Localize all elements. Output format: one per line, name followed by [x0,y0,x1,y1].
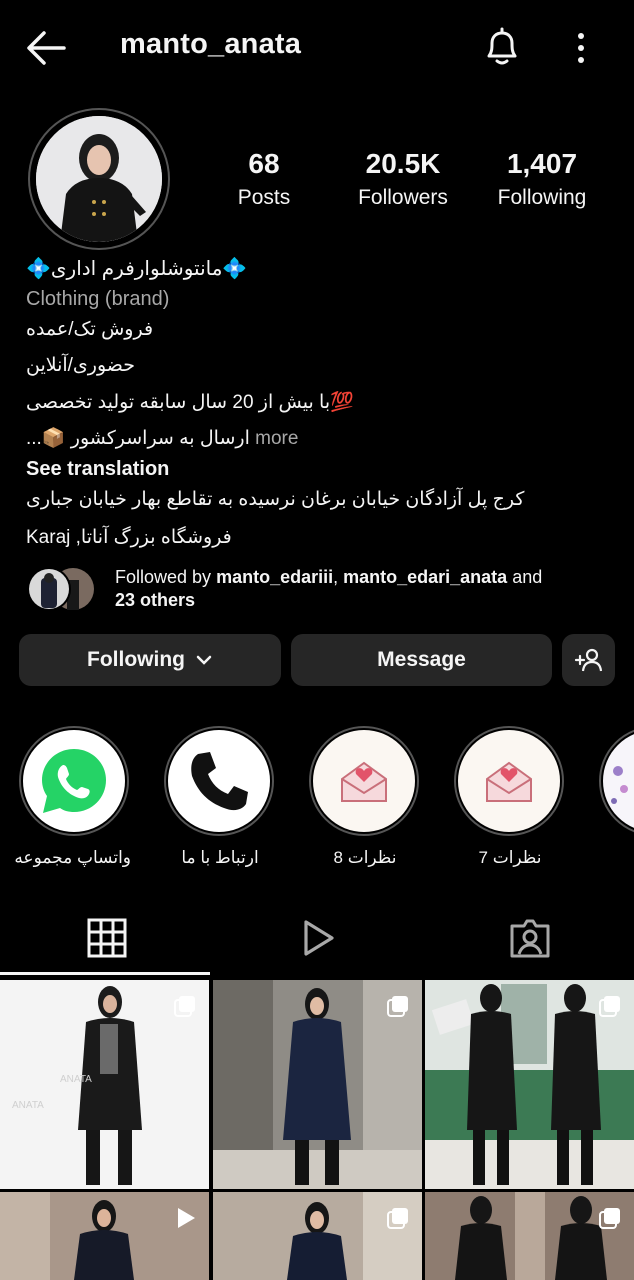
see-translation-link[interactable]: See translation [26,458,169,481]
highlight-ring [454,726,564,836]
multi-photo-icon [174,996,195,1017]
add-person-icon [574,648,602,672]
highlight-label: واتساپ مجموعه [14,848,131,867]
watermark: ANATA [12,1100,44,1111]
following-label: Following [497,186,587,209]
tagged-icon[interactable] [508,916,552,960]
followers-count: 20.5K [365,148,441,179]
posts-label: Posts [237,186,291,209]
followers-label: Followers [358,186,448,209]
mutual-follower-1[interactable]: manto_edariii [216,567,333,587]
envelope-heart-icon [486,761,532,802]
highlight-partial[interactable] [599,726,634,836]
message-button[interactable]: Message [291,634,552,686]
highlight-cover [23,730,125,832]
profile-avatar[interactable] [36,116,162,242]
post-thumbnail[interactable] [425,1192,634,1280]
post-thumbnail[interactable] [425,980,634,1189]
following-count: 1,407 [506,148,578,179]
reels-icon[interactable] [296,916,340,960]
stat-posts[interactable]: 68 Posts [194,148,334,210]
watermark: ANATA [60,1074,92,1085]
post-thumbnail[interactable] [213,1192,422,1280]
followed-by-and: and [507,567,543,587]
address-line-2[interactable]: فروشگاه بزرگ آناتا, Karaj [26,526,232,549]
highlight-ring [19,726,129,836]
highlight-reviews-8[interactable]: نظرات 8 [309,726,421,868]
envelope-heart-icon [341,761,387,802]
chevron-down-icon [196,655,212,665]
highlight-contact[interactable]: ارتباط با ما [164,726,276,868]
profile-username: manto_anata [120,28,302,60]
more-options-icon[interactable] [566,28,596,68]
notification-bell-icon[interactable] [482,26,522,68]
posts-count: 68 [248,148,280,179]
address-line-1[interactable]: کرج پل آزادگان خیابان برغان نرسیده به تق… [26,488,524,511]
highlight-label: نظرات 8 [333,848,397,867]
bio-line-2: حضوری/آنلاین [26,355,136,376]
stat-following[interactable]: 1,407 Following [472,148,612,210]
highlight-cover [168,730,270,832]
reel-play-icon [178,1208,195,1228]
post-thumbnail[interactable] [0,1192,209,1280]
profile-category: Clothing (brand) [26,288,170,310]
highlight-cover [603,730,634,832]
mutual-followers-others[interactable]: 23 others [115,590,195,610]
back-arrow-icon[interactable] [24,28,68,68]
stat-followers[interactable]: 20.5K Followers [333,148,473,210]
whatsapp-icon [42,749,106,813]
following-button[interactable]: Following [19,634,281,686]
bio-line-1: فروش تک/عمده [26,319,154,340]
following-button-label: Following [87,648,185,671]
followed-by-prefix: Followed by [115,567,217,587]
message-button-label: Message [377,648,466,671]
multi-photo-icon [599,996,620,1017]
floral-icon [611,766,628,804]
bio-line-4-text: ارسال به سراسرکشور 📦... [26,428,250,449]
profile-display-name: 💠مانتوشلوارفرم اداری💠 [26,258,248,280]
grid-icon[interactable] [85,916,129,960]
highlight-label: نظرات 7 [478,848,542,867]
followed-by-text[interactable]: Followed by manto_edariii, manto_edari_a… [115,566,615,612]
highlight-whatsapp[interactable]: واتساپ مجموعه [14,726,131,868]
bio-line-3: 💯با بیش از 20 سال سابقه تولید تخصصی [26,392,354,413]
mutual-follower-2[interactable]: manto_edari_anata [343,567,507,587]
highlight-ring [164,726,274,836]
highlight-cover [313,730,415,832]
highlight-cover [458,730,560,832]
followed-by-sep: , [333,567,344,587]
highlight-ring [599,726,634,836]
phone-icon [191,752,248,811]
highlight-reviews-7[interactable]: نظرات 7 [454,726,566,868]
active-tab-indicator [0,972,210,975]
more-link[interactable]: more [250,428,298,449]
bio-line-4: ارسال به سراسرکشور 📦... more [26,426,298,450]
post-thumbnail[interactable]: ANATA ANATA [0,980,209,1189]
multi-photo-icon [387,996,408,1017]
post-thumbnail[interactable] [213,980,422,1189]
highlight-ring [309,726,419,836]
multi-photo-icon [599,1208,620,1229]
mutual-followers-avatars[interactable] [27,566,103,612]
highlight-label: ارتباط با ما [181,848,259,867]
multi-photo-icon [387,1208,408,1229]
suggest-people-button[interactable] [562,634,615,686]
